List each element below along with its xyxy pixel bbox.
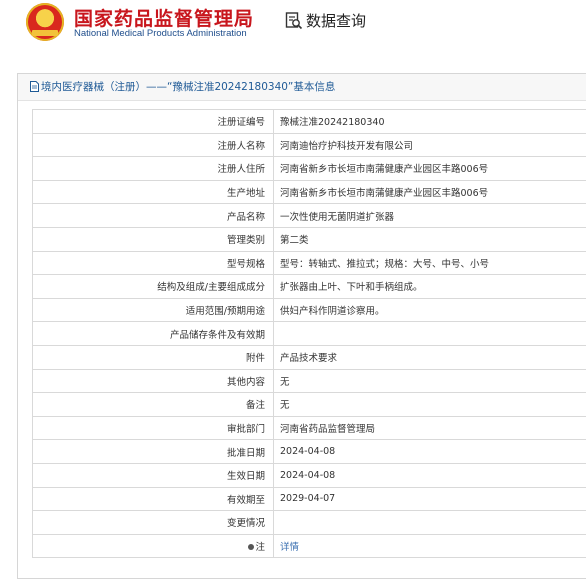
table-row: 适用范围/预期用途供妇产科作阴道诊察用。 — [33, 298, 586, 322]
field-label-text: 附件 — [246, 353, 265, 364]
field-label: 批准日期 — [33, 440, 274, 464]
field-value: 一次性使用无菌阴道扩张器 — [274, 204, 586, 228]
table-row: 其他内容无 — [33, 369, 586, 393]
search-document-icon[interactable] — [285, 12, 303, 30]
field-label-text: 审批部门 — [227, 424, 265, 435]
field-label-text: 型号规格 — [227, 259, 265, 270]
field-label-text: 生产地址 — [227, 188, 265, 199]
field-label-text: 备注 — [246, 400, 265, 411]
table-row: 生效日期 2024-04-08 — [33, 463, 586, 487]
field-value: 无 — [274, 393, 586, 417]
table-row: 有效期至 2029-04-07 — [33, 487, 586, 511]
table-row: 管理类别第二类 — [33, 227, 586, 251]
field-label-text: 生效日期 — [227, 471, 265, 482]
field-label: 管理类别 — [33, 227, 274, 251]
field-value: 2029-04-07 — [274, 487, 586, 511]
table-row: 注册人名称河南迪怡疗护科技开发有限公司 — [33, 133, 586, 157]
table-row: 审批部门河南省药品监督管理局 — [33, 416, 586, 440]
panel-title-text: 境内医疗器械（注册）——“豫械注准20242180340”基本信息 — [41, 81, 335, 93]
info-panel: 境内医疗器械（注册）——“豫械注准20242180340”基本信息 注册证编号豫… — [17, 73, 586, 579]
field-value — [274, 511, 586, 535]
field-label: 生效日期 — [33, 463, 274, 487]
field-label: 注册人住所 — [33, 157, 274, 181]
field-label-text: 管理类别 — [227, 235, 265, 246]
field-label: 审批部门 — [33, 416, 274, 440]
table-row: 型号规格型号：转轴式、推拉式；规格：大号、中号、小号 — [33, 251, 586, 275]
field-value: 无 — [274, 369, 586, 393]
table-row: 注详情 — [33, 534, 586, 558]
table-row: 生产地址河南省新乡市长垣市南蒲健康产业园区丰路006号 — [33, 180, 586, 204]
field-label-text: 产品名称 — [227, 212, 265, 223]
field-value: 河南省新乡市长垣市南蒲健康产业园区丰路006号 — [274, 180, 586, 204]
field-label: 产品储存条件及有效期 — [33, 322, 274, 346]
site-title: 国家药品监督管理局 — [74, 4, 254, 31]
table-row: 批准日期 2024-04-08 — [33, 440, 586, 464]
table-row: 产品名称一次性使用无菌阴道扩张器 — [33, 204, 586, 228]
field-label-text: 注册证编号 — [217, 117, 265, 128]
table-row: 附件产品技术要求 — [33, 345, 586, 369]
field-value: 河南省药品监督管理局 — [274, 416, 586, 440]
field-label: 备注 — [33, 393, 274, 417]
field-value: 豫械注准20242180340 — [274, 110, 586, 134]
field-value: 河南迪怡疗护科技开发有限公司 — [274, 133, 586, 157]
field-label-text: 其他内容 — [227, 377, 265, 388]
field-label: 适用范围/预期用途 — [33, 298, 274, 322]
field-label: 有效期至 — [33, 487, 274, 511]
table-row: 备注无 — [33, 393, 586, 417]
field-label: 附件 — [33, 345, 274, 369]
field-label-text: 注册人住所 — [217, 164, 265, 175]
field-value: 产品技术要求 — [274, 345, 586, 369]
field-value: 河南省新乡市长垣市南蒲健康产业园区丰路006号 — [274, 157, 586, 181]
field-label-text: 结构及组成/主要组成成分 — [157, 282, 265, 293]
field-label-text: 注册人名称 — [217, 141, 265, 152]
field-label: 注 — [33, 534, 274, 558]
field-label: 结构及组成/主要组成成分 — [33, 275, 274, 299]
field-value: 供妇产科作阴道诊察用。 — [274, 298, 586, 322]
field-value: 第二类 — [274, 227, 586, 251]
panel-title: 境内医疗器械（注册）——“豫械注准20242180340”基本信息 — [18, 74, 586, 101]
field-label: 型号规格 — [33, 251, 274, 275]
field-label-text: 注 — [255, 542, 265, 553]
field-label-text: 适用范围/预期用途 — [186, 306, 265, 317]
table-row: 注册人住所河南省新乡市长垣市南蒲健康产业园区丰路006号 — [33, 157, 586, 181]
field-value: 扩张器由上叶、下叶和手柄组成。 — [274, 275, 586, 299]
table-row: 结构及组成/主要组成成分扩张器由上叶、下叶和手柄组成。 — [33, 275, 586, 299]
field-label: 变更情况 — [33, 511, 274, 535]
field-label: 其他内容 — [33, 369, 274, 393]
field-value — [274, 322, 586, 346]
table-row: 产品储存条件及有效期 — [33, 322, 586, 346]
table-row: 变更情况 — [33, 511, 586, 535]
device-info-table: 注册证编号豫械注准20242180340注册人名称河南迪怡疗护科技开发有限公司注… — [32, 109, 586, 558]
details-link[interactable]: 详情 — [274, 534, 586, 558]
field-value: 2024-04-08 — [274, 463, 586, 487]
field-value: 2024-04-08 — [274, 440, 586, 464]
field-label: 产品名称 — [33, 204, 274, 228]
field-label: 生产地址 — [33, 180, 274, 204]
national-emblem-icon: ★ — [26, 3, 64, 41]
document-icon — [30, 81, 39, 92]
field-label: 注册人名称 — [33, 133, 274, 157]
table-row: 注册证编号豫械注准20242180340 — [33, 110, 586, 134]
field-value: 型号：转轴式、推拉式；规格：大号、中号、小号 — [274, 251, 586, 275]
field-label-text: 产品储存条件及有效期 — [170, 330, 265, 341]
pin-icon — [248, 544, 254, 550]
field-label-text: 有效期至 — [227, 495, 265, 506]
site-header: ★ 国家药品监督管理局 National Medical Products Ad… — [0, 0, 586, 60]
field-label-text: 批准日期 — [227, 448, 265, 459]
site-subtitle: National Medical Products Administration — [74, 28, 247, 39]
data-query-link[interactable]: 数据查询 — [306, 10, 366, 31]
field-label: 注册证编号 — [33, 110, 274, 134]
field-label-text: 变更情况 — [227, 518, 265, 529]
